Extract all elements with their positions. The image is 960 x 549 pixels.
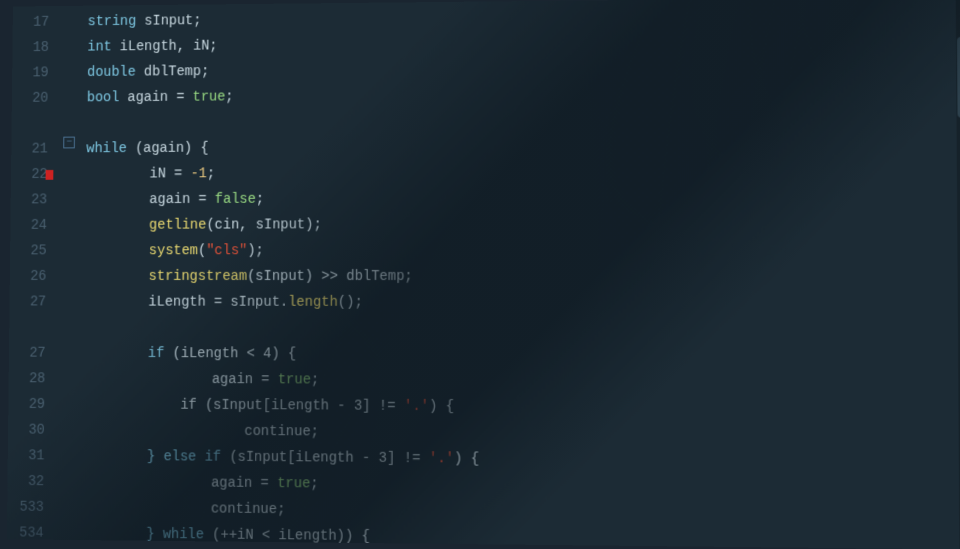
line-num: 20 — [12, 86, 49, 112]
line-num: 30 — [8, 418, 45, 444]
code-text — [116, 243, 149, 259]
line-num: 533 — [7, 495, 44, 521]
line-num: 27 — [9, 341, 46, 367]
code-text: ) { — [454, 451, 479, 467]
line-num: 17 — [13, 10, 50, 36]
keyword-type: double — [87, 65, 136, 81]
code-line: again = false; — [86, 185, 947, 213]
keyword-else-if: } else if — [147, 449, 221, 465]
code-text: (again) { — [127, 141, 209, 157]
line-num: 28 — [9, 366, 46, 392]
code-line: getline(cin, sInput); — [85, 211, 947, 239]
bool-value: true — [278, 372, 311, 388]
code-text: ; — [310, 476, 318, 492]
code-text: (sInput[iLength - 3] != — [221, 450, 429, 468]
code-text: ; — [256, 192, 264, 208]
line-num: 23 — [11, 188, 48, 214]
code-text: (iLength < 4) { — [164, 346, 296, 362]
line-num: 18 — [12, 35, 49, 61]
function-call: system — [149, 243, 198, 259]
code-text: again = — [145, 475, 277, 492]
code-line: iLength = sInput.length(); — [85, 290, 948, 317]
code-text: (cin, sInput); — [206, 217, 321, 233]
code-text: iLength = sInput. — [116, 295, 288, 311]
code-text: ; — [311, 372, 319, 388]
code-text: dblTemp; — [136, 64, 209, 80]
function-call: length — [288, 295, 338, 311]
string-literal: '.' — [404, 399, 429, 415]
code-line: if (iLength < 4) { — [84, 341, 948, 370]
code-text: if (sInput[iLength - 3] != — [115, 397, 404, 414]
line-num: 21 — [11, 137, 48, 163]
bool-value: true — [193, 90, 226, 106]
keyword-while: } while — [146, 527, 204, 544]
line-num: 24 — [10, 213, 47, 239]
line-num — [11, 111, 48, 137]
code-text: again = — [117, 192, 215, 208]
code-lines: string sInput; int iLength, iN; double d… — [74, 1, 960, 549]
code-text: sInput; — [136, 13, 201, 29]
code-line: stringstream(sInput) >> dblTemp; — [85, 264, 947, 290]
code-editor: 17 18 19 20 21 22 23 24 25 26 27 27 28 2… — [7, 0, 960, 549]
code-text — [114, 526, 147, 542]
code-text: ) { — [429, 399, 454, 415]
number-value: -1 — [190, 166, 206, 182]
keyword-if: if — [148, 346, 165, 362]
code-text — [116, 218, 149, 234]
string-literal: '.' — [429, 451, 454, 467]
line-num-bookmarked: 22 — [11, 162, 48, 188]
code-text: ); — [247, 243, 264, 259]
keyword-type: string — [88, 14, 137, 30]
fold-marker[interactable]: − — [63, 137, 75, 149]
code-text: continue; — [145, 501, 285, 518]
bool-value: false — [215, 192, 256, 208]
bool-value: true — [277, 476, 310, 492]
code-line: system("cls"); — [85, 237, 947, 264]
function-call: stringstream — [149, 269, 248, 285]
function-call: getline — [149, 218, 206, 234]
line-num: 27 — [9, 290, 46, 316]
keyword-while: while — [86, 141, 127, 157]
code-text: iLength, iN; — [112, 39, 218, 56]
line-num: 32 — [7, 469, 44, 495]
code-line: iN = -1; — [86, 158, 947, 187]
code-line: while (again) { — [86, 132, 946, 162]
line-num — [9, 315, 46, 341]
code-text: again = — [119, 90, 192, 106]
code-text: (sInput) >> dblTemp; — [247, 269, 413, 285]
code-text — [115, 346, 148, 362]
string-literal: "cls" — [206, 243, 247, 259]
code-text — [116, 269, 149, 285]
keyword-type: bool — [87, 90, 120, 106]
code-text: (++iN < iLength)) { — [204, 527, 370, 545]
code-text: iN = — [117, 166, 191, 182]
code-text: (); — [338, 295, 363, 311]
code-text: ; — [225, 90, 233, 106]
line-num: 31 — [8, 443, 45, 469]
line-numbers: 17 18 19 20 21 22 23 24 25 26 27 27 28 2… — [7, 10, 63, 549]
line-num: 19 — [12, 61, 49, 87]
code-text: ; — [207, 166, 215, 182]
keyword-type: int — [87, 40, 111, 56]
line-num: 29 — [8, 392, 45, 418]
code-text: again = — [146, 372, 278, 388]
code-line-blank — [84, 315, 947, 343]
code-area: 17 18 19 20 21 22 23 24 25 26 27 27 28 2… — [7, 0, 960, 549]
line-num: 26 — [10, 264, 47, 290]
code-text: continue; — [146, 423, 319, 440]
code-text — [114, 449, 147, 465]
line-num: 25 — [10, 239, 47, 265]
